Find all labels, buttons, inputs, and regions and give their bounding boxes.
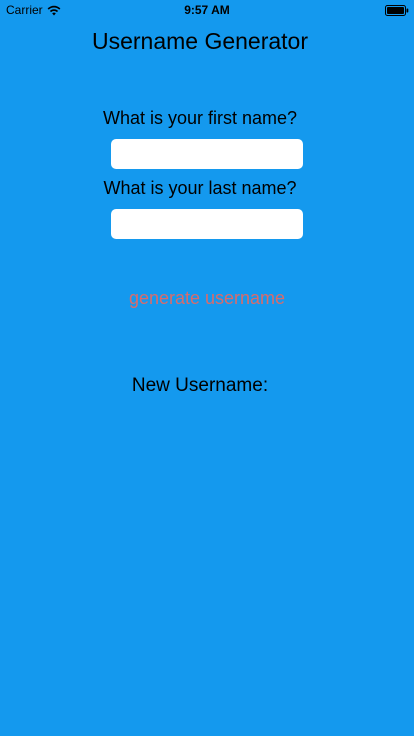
status-time: 9:57 AM <box>184 3 230 17</box>
generate-username-button[interactable]: generate username <box>0 288 414 309</box>
first-name-label: What is your first name? <box>102 108 298 128</box>
last-name-label: What is your last name? <box>103 178 297 198</box>
app-screen: Carrier 9:57 AM Username Generator What … <box>0 0 414 736</box>
battery-icon <box>385 5 409 16</box>
new-username-label: New Username: <box>131 375 269 396</box>
first-name-field[interactable] <box>111 139 303 169</box>
page-title: Username Generator <box>91 28 309 54</box>
last-name-field[interactable] <box>111 209 303 239</box>
status-bar: Carrier 9:57 AM <box>0 0 414 20</box>
